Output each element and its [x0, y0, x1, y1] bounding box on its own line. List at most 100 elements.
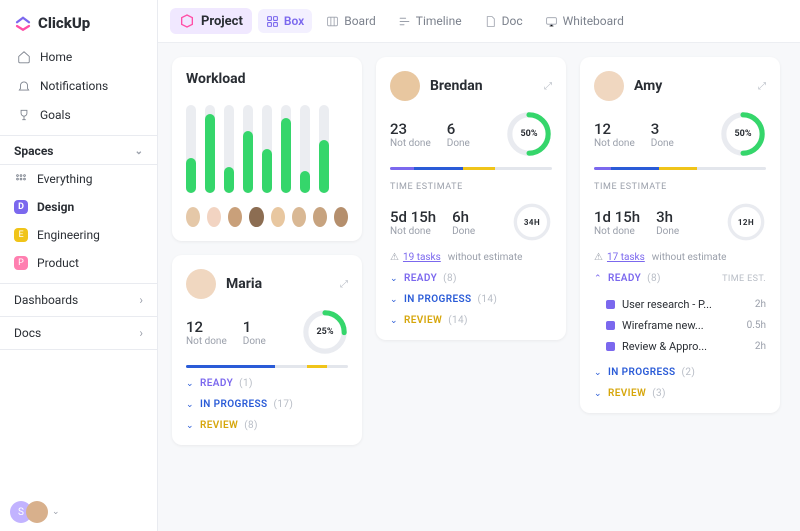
task-row[interactable]: Review & Appro... 2h	[594, 336, 766, 357]
section-label: READY	[404, 273, 437, 284]
brand-logo[interactable]: ClickUp	[0, 0, 157, 42]
doc-icon	[484, 15, 497, 28]
progress-bar	[390, 167, 552, 170]
section-ready[interactable]: ⌃READY(8)TIME EST.	[594, 273, 766, 284]
box-view-icon	[266, 15, 279, 28]
section-review[interactable]: ⌄REVIEW(8)	[186, 420, 348, 431]
view-doc[interactable]: Doc	[476, 9, 531, 33]
section-label: IN PROGRESS	[404, 294, 472, 305]
section-label: IN PROGRESS	[608, 367, 676, 378]
workload-title: Workload	[186, 71, 348, 87]
not-done-label: Not done	[186, 336, 227, 347]
space-badge-icon: D	[14, 200, 28, 214]
view-timeline[interactable]: Timeline	[390, 9, 470, 33]
chevron-down-icon: ⌄	[135, 146, 143, 157]
sidebar-space-label: Product	[37, 256, 79, 270]
done-label: Done	[447, 138, 470, 149]
person-name: Maria	[226, 276, 262, 292]
avatar	[186, 269, 216, 299]
warn-link[interactable]: 17 tasks	[607, 252, 645, 263]
chevron-down-icon: ⌄	[390, 316, 398, 326]
task-name: Review & Appro...	[622, 340, 748, 353]
spaces-header-label: Spaces	[14, 144, 53, 158]
sidebar-dashboards[interactable]: Dashboards ›	[0, 283, 157, 316]
project-tab[interactable]: Project	[170, 8, 252, 34]
view-label: Doc	[502, 14, 523, 28]
time-estimate-label: TIME ESTIMATE	[594, 182, 766, 192]
sidebar-footer[interactable]: S ⌄	[0, 493, 157, 531]
person-name: Amy	[634, 78, 662, 94]
expand-icon[interactable]: ⤢	[758, 81, 766, 92]
nav-home-label: Home	[40, 50, 72, 64]
board-icon	[326, 15, 339, 28]
progress-donut: 25%	[302, 309, 348, 355]
sidebar-docs[interactable]: Docs ›	[0, 316, 157, 350]
section-count: (8)	[244, 420, 258, 431]
warn-link[interactable]: 19 tasks	[403, 252, 441, 263]
logo-icon	[14, 14, 32, 32]
section-review[interactable]: ⌄REVIEW(3)	[594, 388, 766, 399]
task-hours: 2h	[755, 341, 766, 352]
nav-notifications[interactable]: Notifications	[6, 71, 151, 100]
section-ready[interactable]: ⌄READY(8)	[390, 273, 552, 284]
time-estimate-label: TIME ESTIMATE	[390, 182, 552, 192]
done-count: 1	[243, 318, 266, 336]
expand-icon[interactable]: ⤢	[544, 81, 552, 92]
spaces-header[interactable]: Spaces ⌄	[0, 135, 157, 165]
space-badge-icon: P	[14, 256, 28, 270]
sidebar-space-product[interactable]: P Product	[0, 249, 157, 277]
progress-donut: 50%	[506, 111, 552, 157]
section-label: IN PROGRESS	[200, 399, 268, 410]
nav-home[interactable]: Home	[6, 42, 151, 71]
done-label: Done	[651, 138, 674, 149]
section-inprogress[interactable]: ⌄IN PROGRESS(2)	[594, 367, 766, 378]
section-inprogress[interactable]: ⌄IN PROGRESS(14)	[390, 294, 552, 305]
sidebar-space-design[interactable]: D Design	[0, 193, 157, 221]
done-label: Done	[243, 336, 266, 347]
estimate-warning: ⚠19 taskswithout estimate	[390, 252, 552, 263]
not-done-label: Not done	[390, 138, 431, 149]
view-box[interactable]: Box	[258, 9, 312, 33]
time-done-val: 3h	[656, 208, 679, 226]
chevron-down-icon: ⌄	[186, 379, 194, 389]
section-ready[interactable]: ⌄READY(1)	[186, 378, 348, 389]
sidebar-space-label: Engineering	[37, 228, 100, 242]
task-status-icon	[606, 321, 615, 330]
section-count: (1)	[239, 378, 253, 389]
view-board[interactable]: Board	[318, 9, 384, 33]
view-whiteboard[interactable]: Whiteboard	[537, 9, 632, 33]
section-inprogress[interactable]: ⌄IN PROGRESS(17)	[186, 399, 348, 410]
not-done-label: Not done	[594, 138, 635, 149]
view-label: Board	[344, 14, 376, 28]
time-done-val: 6h	[452, 208, 475, 226]
cube-icon	[179, 13, 195, 29]
sidebar-space-engineering[interactable]: E Engineering	[0, 221, 157, 249]
chevron-down-icon: ⌄	[186, 400, 194, 410]
time-donut: 34H	[512, 202, 552, 242]
avatar	[292, 207, 306, 227]
task-row[interactable]: User research - P...2h	[594, 294, 766, 315]
section-label: REVIEW	[608, 388, 646, 399]
done-count: 6	[447, 120, 470, 138]
task-row[interactable]: Wireframe new...0.5h	[594, 315, 766, 336]
timeline-icon	[398, 15, 411, 28]
sidebar-everything[interactable]: Everything	[0, 165, 157, 193]
brand-text: ClickUp	[38, 14, 90, 32]
bell-icon	[16, 78, 31, 93]
chevron-down-icon: ⌄	[594, 389, 602, 399]
sidebar-everything-label: Everything	[37, 172, 92, 186]
time-donut: 12H	[726, 202, 766, 242]
time-done-label: Done	[656, 226, 679, 237]
chevron-down-icon: ⌄	[390, 274, 398, 284]
view-label: Box	[284, 14, 304, 28]
expand-icon[interactable]: ⤢	[340, 279, 348, 290]
sidebar: ClickUp Home Notifications Goals Spaces …	[0, 0, 158, 531]
section-label: REVIEW	[404, 315, 442, 326]
section-count: (14)	[478, 294, 498, 305]
not-done-count: 23	[390, 120, 431, 138]
avatar	[186, 207, 200, 227]
section-count: (8)	[647, 273, 661, 284]
section-review[interactable]: ⌄REVIEW(14)	[390, 315, 552, 326]
avatar	[228, 207, 242, 227]
nav-goals[interactable]: Goals	[6, 100, 151, 129]
